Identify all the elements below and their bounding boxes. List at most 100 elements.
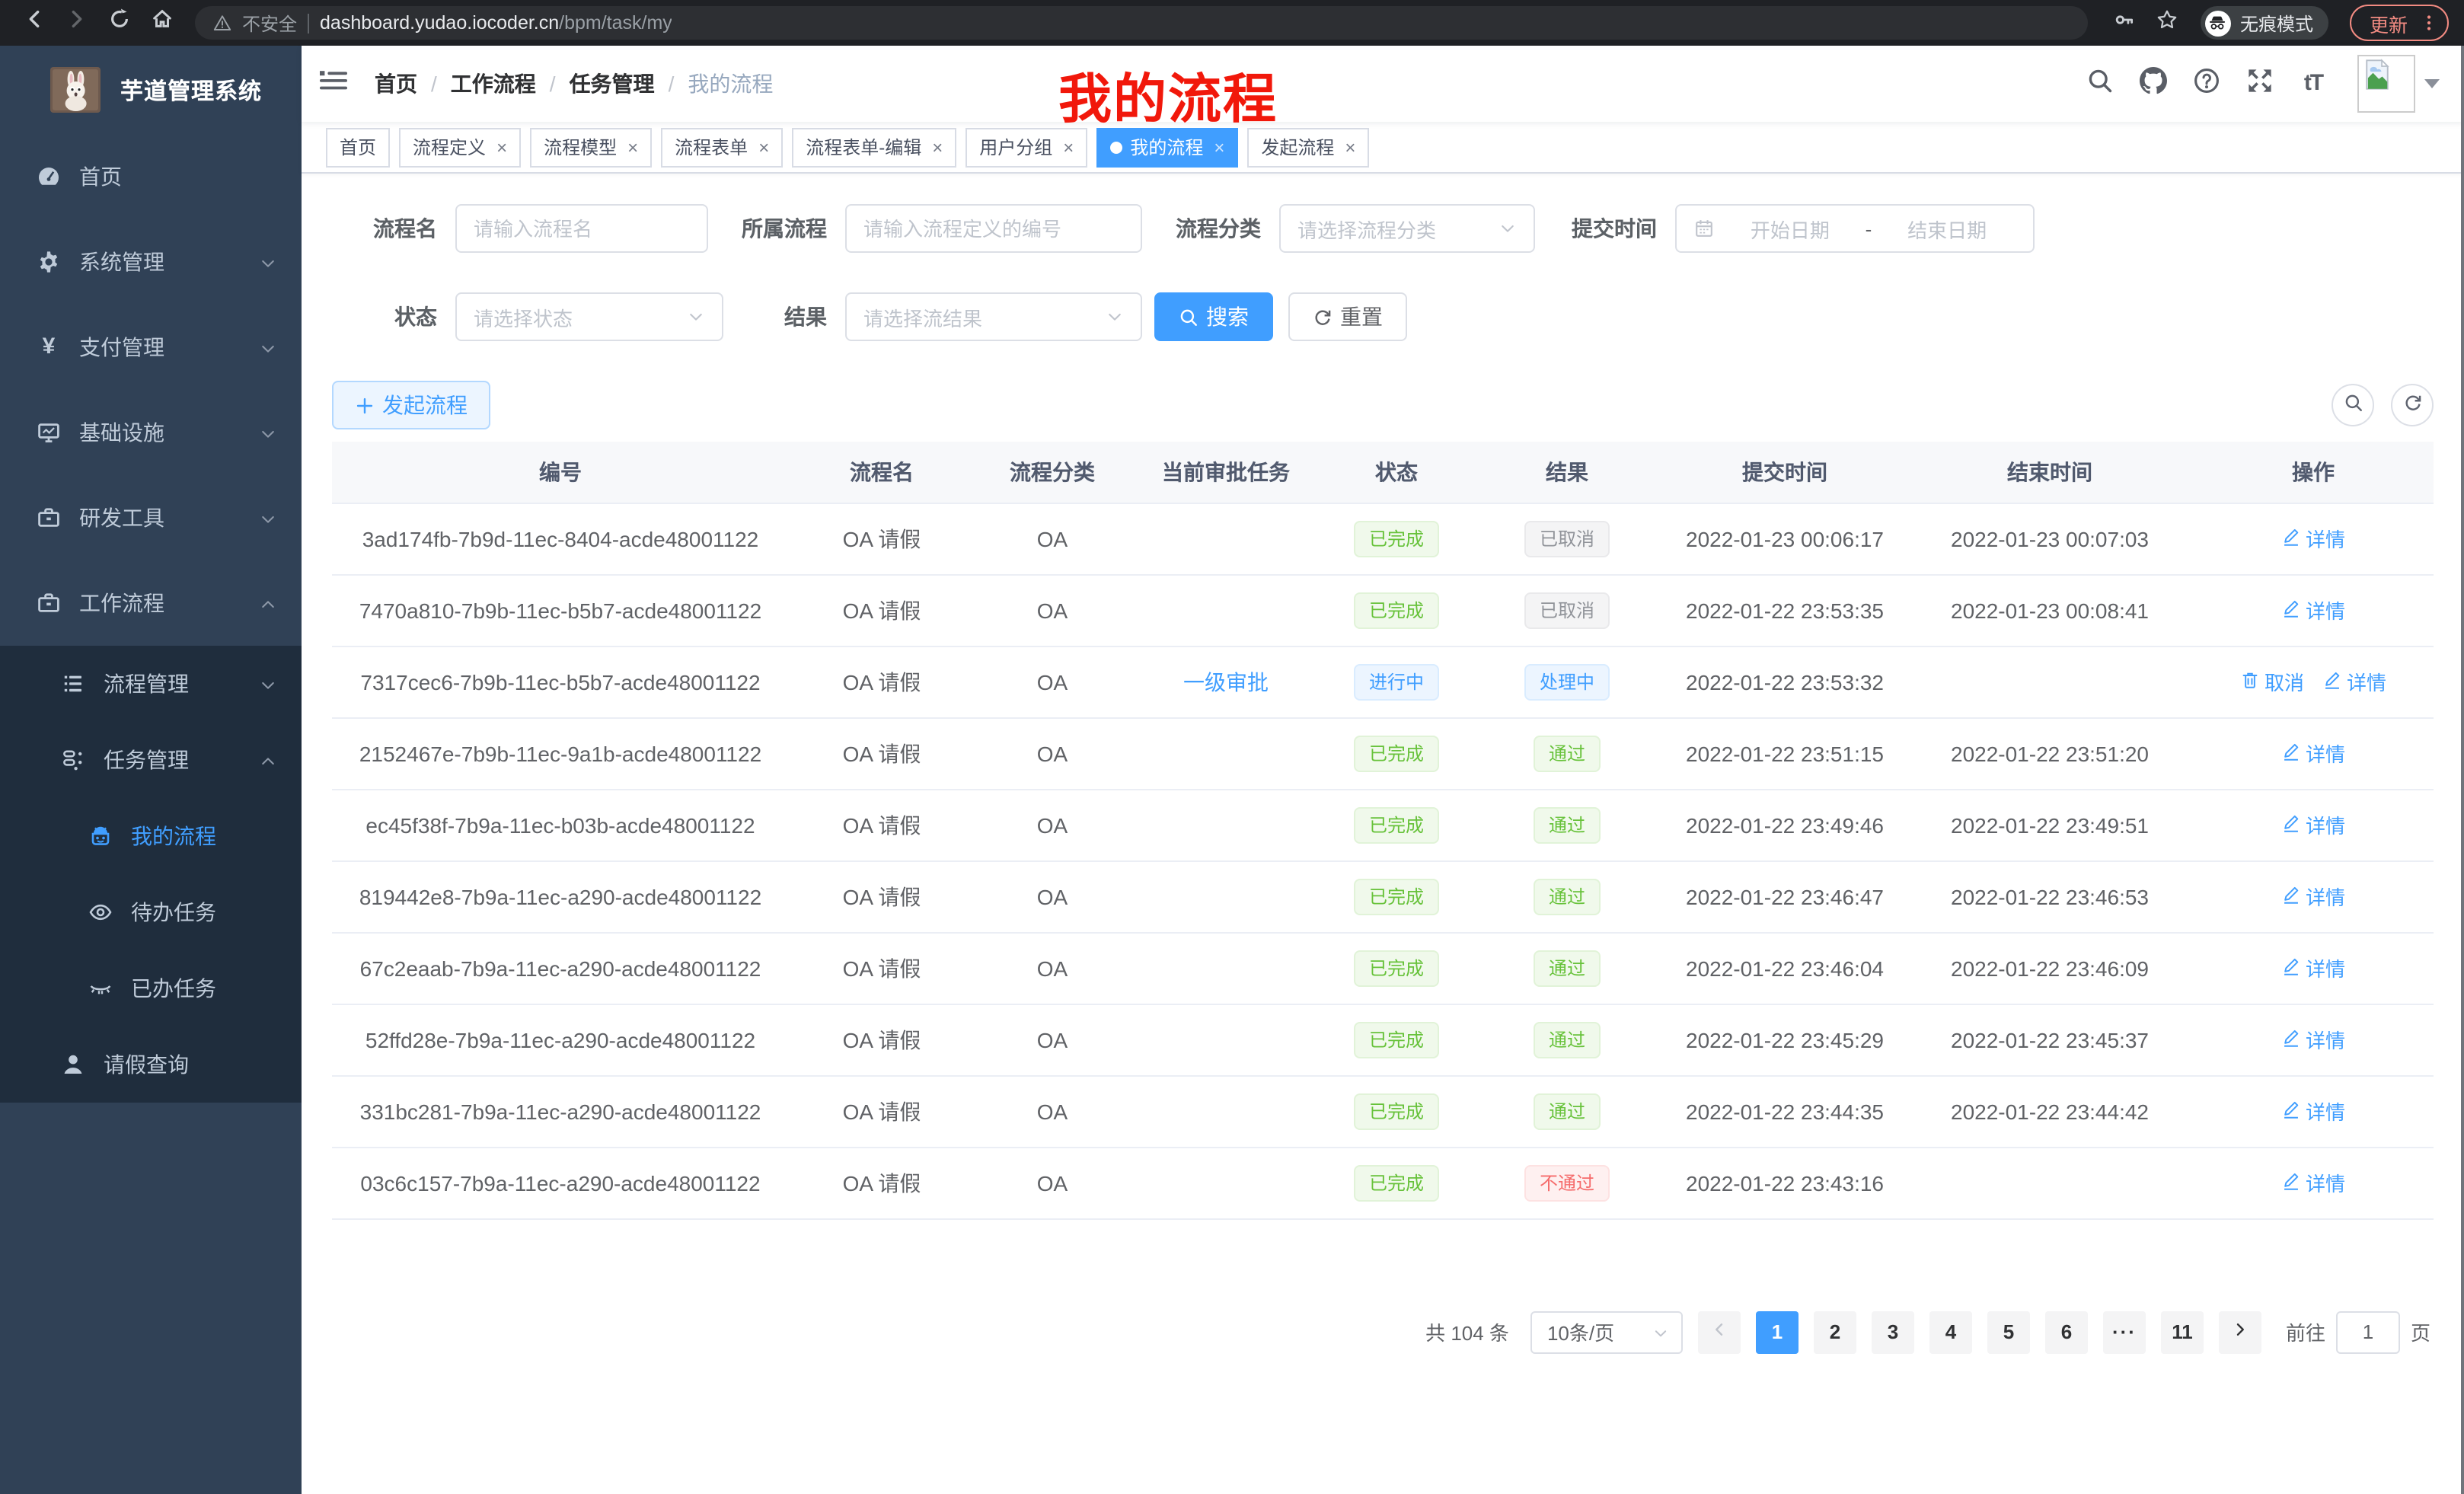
sidebar-item[interactable]: 任务管理 [0, 722, 302, 798]
tab-首页[interactable]: 首页 [326, 127, 390, 167]
status-select[interactable]: 请选择状态 [455, 292, 723, 341]
sidebar-item[interactable]: 基础设施 [0, 390, 302, 475]
hamburger-icon[interactable] [320, 69, 350, 99]
breadcrumb-item[interactable]: 任务管理 [570, 69, 655, 99]
close-icon[interactable]: × [1345, 138, 1355, 156]
search-button[interactable]: 搜索 [1154, 292, 1273, 341]
detail-link[interactable]: 详情 [2281, 1025, 2345, 1054]
fullscreen-button[interactable] [2245, 69, 2275, 99]
github-button[interactable] [2138, 69, 2169, 99]
close-icon[interactable]: × [932, 138, 943, 156]
workflow-icon [37, 591, 61, 615]
next-page-button[interactable] [2219, 1310, 2261, 1353]
broken-image-icon[interactable] [2357, 55, 2415, 113]
submit-time-range-picker[interactable]: 开始日期 - 结束日期 [1675, 204, 2035, 253]
page-button[interactable]: 6 [2045, 1310, 2088, 1353]
close-icon[interactable]: × [758, 138, 769, 156]
page-title-annotation: 我的流程 [1058, 56, 1278, 134]
more-pages-button[interactable]: ··· [2103, 1310, 2146, 1353]
security-label[interactable]: 不安全 [242, 10, 297, 36]
sidebar-item[interactable]: 请假查询 [0, 1026, 302, 1103]
detail-link[interactable]: 详情 [2281, 1168, 2345, 1197]
sidebar-item[interactable]: 待办任务 [0, 874, 302, 950]
detail-link[interactable]: 详情 [2281, 882, 2345, 911]
page-button[interactable]: 2 [1814, 1310, 1856, 1353]
action-label: 取消 [2265, 667, 2304, 696]
detail-link[interactable]: 详情 [2281, 524, 2345, 553]
breadcrumb-item[interactable]: 工作流程 [451, 69, 536, 99]
close-icon[interactable]: × [1214, 138, 1224, 156]
sidebar-item[interactable]: 研发工具 [0, 475, 302, 560]
detail-link[interactable]: 详情 [2281, 1097, 2345, 1125]
font-size-button[interactable]: tT [2298, 69, 2328, 99]
sidebar-item[interactable]: ¥支付管理 [0, 305, 302, 390]
dashboard-icon [37, 164, 61, 189]
process-definition-input[interactable] [863, 217, 1124, 240]
row-actions: 详情 [2193, 574, 2434, 646]
avatar-dropdown[interactable] [2357, 55, 2440, 113]
close-icon[interactable]: × [1063, 138, 1074, 156]
reload-button[interactable] [101, 5, 137, 41]
sidebar-item[interactable]: 我的流程 [0, 798, 302, 874]
rabbit-logo [50, 67, 101, 113]
process-id: 7470a810-7b9b-11ec-b5b7-acde48001122 [332, 574, 789, 646]
close-icon[interactable]: × [627, 138, 638, 156]
reset-button[interactable]: 重置 [1288, 292, 1407, 341]
result-select[interactable]: 请选择流结果 [845, 292, 1142, 341]
question-button[interactable] [2191, 69, 2222, 99]
search-tool-button[interactable] [2332, 384, 2374, 426]
start-date-placeholder: 开始日期 [1721, 214, 1859, 243]
status-badge: 已完成 [1354, 950, 1439, 986]
detail-link[interactable]: 详情 [2281, 810, 2345, 839]
prev-page-button[interactable] [1698, 1310, 1741, 1353]
forward-button[interactable] [58, 5, 94, 41]
address-bar[interactable]: 不安全 dashboard.yudao.iocoder.cn/bpm/task/… [195, 6, 2088, 40]
goto-page-input[interactable] [2336, 1310, 2400, 1353]
refresh-tool-button[interactable] [2391, 384, 2434, 426]
tab-流程表单[interactable]: 流程表单× [661, 127, 783, 167]
tab-流程表单-编辑[interactable]: 流程表单-编辑× [792, 127, 956, 167]
page-size-select[interactable]: 10条/页 [1530, 1310, 1683, 1353]
sidebar-item-label: 待办任务 [131, 897, 216, 927]
page-button[interactable]: 11 [2161, 1310, 2204, 1353]
current-task-link[interactable]: 一级审批 [1183, 669, 1269, 694]
sidebar-item[interactable]: 流程管理 [0, 646, 302, 722]
sidebar-item-label: 任务管理 [104, 745, 189, 775]
page-button[interactable]: 4 [1929, 1310, 1972, 1353]
detail-link[interactable]: 详情 [2281, 953, 2345, 982]
sidebar-item[interactable]: 已办任务 [0, 950, 302, 1026]
detail-link[interactable]: 详情 [2281, 595, 2345, 624]
detail-link[interactable]: 详情 [2322, 667, 2386, 696]
sidebar-item[interactable]: 首页 [0, 134, 302, 219]
page-button[interactable]: 5 [1987, 1310, 2030, 1353]
process-category-select[interactable]: 请选择流程分类 [1279, 204, 1535, 253]
end-time: 2022-01-22 23:46:53 [1907, 860, 2193, 932]
back-button[interactable] [15, 5, 52, 41]
home-button[interactable] [143, 5, 180, 41]
page-button[interactable]: 3 [1872, 1310, 1914, 1353]
star-button[interactable] [2149, 5, 2185, 41]
sidebar-item[interactable]: 工作流程 [0, 560, 302, 646]
app-logo[interactable]: 芋道管理系统 [0, 46, 302, 134]
key-button[interactable] [2106, 5, 2143, 41]
process-name-input[interactable] [474, 217, 690, 240]
action-label: 详情 [2306, 739, 2345, 768]
update-button[interactable]: 更新 [2350, 5, 2449, 41]
status: 已完成 [1322, 574, 1471, 646]
breadcrumb-item[interactable]: 首页 [375, 69, 417, 99]
process-id: 819442e8-7b9a-11ec-a290-acde48001122 [332, 860, 789, 932]
create-process-button[interactable]: 发起流程 [332, 381, 490, 429]
detail-link[interactable]: 详情 [2281, 739, 2345, 768]
kebab-menu-icon[interactable] [2420, 14, 2438, 32]
sidebar-item[interactable]: 系统管理 [0, 219, 302, 305]
page-button[interactable]: 1 [1756, 1310, 1799, 1353]
status-badge: 已完成 [1354, 1164, 1439, 1201]
search-button[interactable] [2085, 69, 2115, 99]
page-url[interactable]: dashboard.yudao.iocoder.cn/bpm/task/my [320, 12, 672, 34]
close-icon[interactable]: × [496, 138, 507, 156]
action-label: 详情 [2306, 524, 2345, 553]
tab-流程模型[interactable]: 流程模型× [530, 127, 652, 167]
tab-流程定义[interactable]: 流程定义× [399, 127, 521, 167]
process-table: 编号流程名流程分类当前审批任务状态结果提交时间结束时间操作 3ad174fb-7… [332, 442, 2434, 1219]
cancel-link[interactable]: 取消 [2240, 667, 2304, 696]
